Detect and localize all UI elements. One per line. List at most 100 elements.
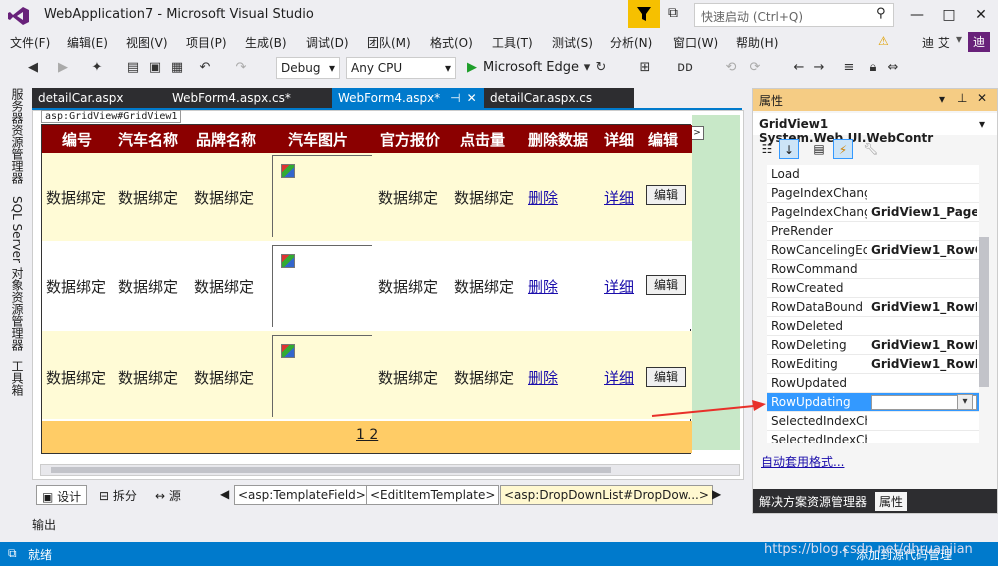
warning-icon[interactable]: ⚠ xyxy=(878,34,889,48)
menu-test[interactable]: 测试(S) xyxy=(552,34,593,51)
quick-launch-input[interactable]: 快速启动 (Ctrl+Q) xyxy=(694,3,894,27)
format-icon[interactable]: ᴅᴅ xyxy=(676,59,694,77)
notification-filter-icon[interactable] xyxy=(628,0,660,28)
back-icon[interactable]: ◀ xyxy=(24,59,42,77)
events-icon[interactable]: ⚡ xyxy=(833,139,853,159)
property-row[interactable]: Load xyxy=(767,165,979,184)
save-icon[interactable]: ▣ xyxy=(146,59,164,77)
breadcrumb-dropdownlist[interactable]: <asp:DropDownList#DropDow...> xyxy=(500,485,713,505)
avatar[interactable]: 迪 xyxy=(968,32,990,52)
undo-icon[interactable]: ↶ xyxy=(196,59,214,77)
menu-help[interactable]: 帮助(H) xyxy=(736,34,778,51)
split-view-button[interactable]: ⊟ 拆分 xyxy=(94,485,142,505)
menu-view[interactable]: 视图(V) xyxy=(126,34,168,51)
redo-icon[interactable]: ↷ xyxy=(232,59,250,77)
property-row[interactable]: SelectedIndexCh xyxy=(767,431,979,443)
menu-analyze[interactable]: 分析(N) xyxy=(610,34,652,51)
forward-icon[interactable]: ▶ xyxy=(54,59,72,77)
menu-project[interactable]: 项目(P) xyxy=(186,34,227,51)
gridview[interactable]: 编号 汽车名称 品牌名称 汽车图片 官方报价 点击量 删除数据 详细 编辑 数据… xyxy=(41,124,692,454)
chevron-down-icon[interactable]: ▾ xyxy=(957,394,973,410)
minimize-button[interactable]: — xyxy=(900,4,934,26)
property-row[interactable]: RowCreated xyxy=(767,279,979,298)
maximize-button[interactable]: □ xyxy=(932,4,966,26)
property-row[interactable]: RowEditing GridView1_RowE xyxy=(767,355,979,374)
tab-detailcar-aspx-cs[interactable]: detailCar.aspx.cs xyxy=(484,88,634,110)
edit-button[interactable]: 编辑 xyxy=(646,367,686,387)
run-browser-label[interactable]: Microsoft Edge xyxy=(483,60,579,75)
menu-team[interactable]: 团队(M) xyxy=(367,34,411,51)
property-row[interactable]: RowDeleting GridView1_RowD xyxy=(767,336,979,355)
tab-webform4-aspx[interactable]: WebForm4.aspx* ⊣ ✕ xyxy=(332,88,484,110)
scrollbar-thumb[interactable] xyxy=(51,467,611,473)
properties-icon[interactable]: ▤ xyxy=(809,139,829,159)
property-row[interactable]: PageIndexChang GridView1_PageI xyxy=(767,203,979,222)
property-row[interactable]: RowCommand xyxy=(767,260,979,279)
autoformat-link[interactable]: 自动套用格式... xyxy=(761,453,844,470)
align-icon[interactable]: ≡ xyxy=(840,59,858,77)
breadcrumb-edititemtemplate[interactable]: <EditItemTemplate> xyxy=(366,485,500,505)
tab-solution-explorer[interactable]: 解决方案资源管理器 xyxy=(755,492,871,511)
detail-link[interactable]: 详细 xyxy=(604,187,634,208)
tab-properties[interactable]: 属性 xyxy=(875,492,908,511)
property-pages-icon[interactable]: 🔧︎ xyxy=(861,139,881,159)
feedback-icon[interactable]: ⧉ xyxy=(668,5,678,21)
solution-config-select[interactable]: Debug ▾ xyxy=(276,57,340,79)
open-folder-icon[interactable]: ▤ xyxy=(124,59,142,77)
delete-link[interactable]: 删除 xyxy=(528,276,558,297)
tab-webform4-aspx-cs[interactable]: WebForm4.aspx.cs* xyxy=(166,88,332,110)
alphabetical-icon[interactable]: ↓ xyxy=(779,139,799,159)
lock-icon[interactable]: 🔒︎ xyxy=(864,59,882,77)
output-tab[interactable]: 输出 xyxy=(32,516,56,533)
toolbox-tab[interactable]: 工具箱 xyxy=(9,360,26,396)
property-row[interactable]: SelectedIndexCh xyxy=(767,412,979,431)
server-explorer-tab[interactable]: 服务器资源管理器 xyxy=(9,88,26,184)
property-row-selected[interactable]: RowUpdating ▾ xyxy=(767,393,979,412)
user-name[interactable]: 迪 艾 xyxy=(922,34,950,51)
edit-button[interactable]: 编辑 xyxy=(646,185,686,205)
sql-server-explorer-tab[interactable]: SQL Server 对象资源管理器 xyxy=(9,196,26,351)
delete-link[interactable]: 删除 xyxy=(528,367,558,388)
property-row[interactable]: RowDataBound GridView1_RowD xyxy=(767,298,979,317)
property-row[interactable]: RowDeleted xyxy=(767,317,979,336)
source-view-button[interactable]: ↔ 源 xyxy=(150,485,186,505)
close-button[interactable]: ✕ xyxy=(964,4,998,26)
nav-forward-icon[interactable]: → xyxy=(810,59,828,77)
smart-tag-icon[interactable]: > xyxy=(690,126,704,140)
chevron-right-icon[interactable]: ▶ xyxy=(712,487,721,501)
menu-window[interactable]: 窗口(W) xyxy=(673,34,718,51)
property-row[interactable]: RowUpdated xyxy=(767,374,979,393)
object-selector[interactable]: GridView1 System.Web.UI.WebContr ▾ xyxy=(753,113,997,145)
detail-link[interactable]: 详细 xyxy=(604,367,634,388)
menu-tools[interactable]: 工具(T) xyxy=(492,34,533,51)
browser-link-icon[interactable]: ⊞ xyxy=(636,59,654,77)
account-menu-icon[interactable]: ▾ xyxy=(956,32,962,46)
horizontal-scrollbar[interactable] xyxy=(40,464,740,476)
property-row[interactable]: PageIndexChang xyxy=(767,184,979,203)
pin-icon[interactable]: ⊣ xyxy=(450,91,460,105)
property-grid-scrollbar[interactable] xyxy=(979,237,989,387)
menu-debug[interactable]: 调试(D) xyxy=(306,34,349,51)
save-all-icon[interactable]: ▦ xyxy=(168,59,186,77)
menu-edit[interactable]: 编辑(E) xyxy=(67,34,108,51)
menu-file[interactable]: 文件(F) xyxy=(10,34,50,51)
property-row[interactable]: RowCancelingEd GridView1_RowC xyxy=(767,241,979,260)
breadcrumb-templatefield[interactable]: <asp:TemplateField> xyxy=(234,485,370,505)
detail-link[interactable]: 详细 xyxy=(604,276,634,297)
chevron-down-icon[interactable]: ▾ xyxy=(939,92,945,106)
menu-build[interactable]: 生成(B) xyxy=(245,34,287,51)
pager-links[interactable]: 1 2 xyxy=(356,427,378,443)
bookmark-next-icon[interactable]: ⟳ xyxy=(746,59,764,77)
property-row[interactable]: PreRender xyxy=(767,222,979,241)
run-icon[interactable]: ▶ xyxy=(463,59,481,77)
close-icon[interactable]: ✕ xyxy=(467,91,477,105)
new-project-icon[interactable]: ✦ xyxy=(88,59,106,77)
categorized-icon[interactable]: ☷ xyxy=(757,139,777,159)
delete-link[interactable]: 删除 xyxy=(528,187,558,208)
nav-back-icon[interactable]: ← xyxy=(790,59,808,77)
close-icon[interactable]: ✕ xyxy=(977,91,987,105)
chevron-left-icon[interactable]: ◀ xyxy=(220,487,229,501)
bookmark-icon[interactable]: ⟲ xyxy=(722,59,740,77)
platform-select[interactable]: Any CPU ▾ xyxy=(346,57,456,79)
edit-button[interactable]: 编辑 xyxy=(646,275,686,295)
